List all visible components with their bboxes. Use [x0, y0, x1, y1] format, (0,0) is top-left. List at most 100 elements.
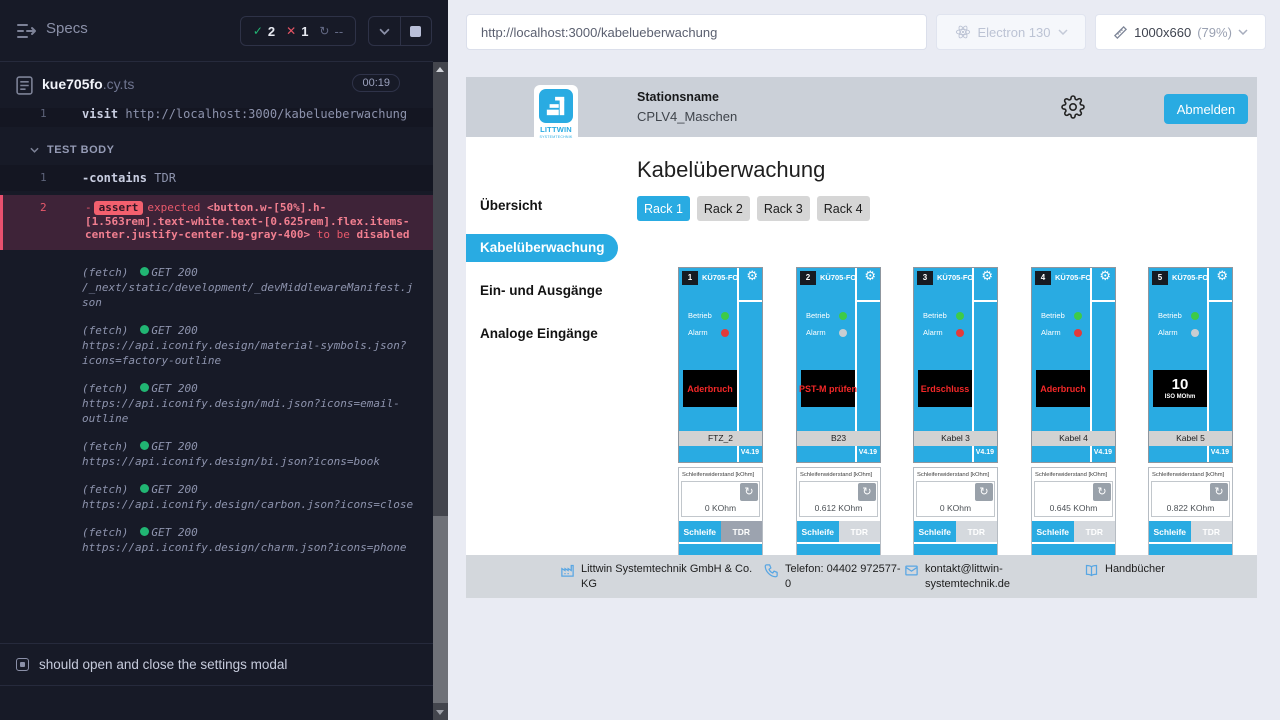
- card-buttons: Schleife TDR: [1149, 521, 1232, 542]
- footer-phone: Telefon: 04402 972577-0: [764, 562, 903, 592]
- cable-label: Kabel 3: [914, 431, 997, 446]
- card-gear-icon[interactable]: ⚙: [864, 269, 876, 284]
- tab-rack-2[interactable]: Rack 2: [697, 196, 750, 221]
- stop-button[interactable]: [400, 17, 432, 45]
- card-module: 5 KÜ705-FO ⚙ Betrieb Alarm 10 ISO MOhm K…: [1148, 267, 1233, 463]
- check-icon: ✓: [253, 24, 263, 38]
- device-name: KÜ705-FO: [1172, 273, 1208, 282]
- stop-icon: [410, 26, 421, 37]
- loop-resistance-label: Schleifenwiderstand [kOhm]: [1152, 472, 1232, 478]
- fetch-entry[interactable]: (fetch)GET 200 https://api.iconify.desig…: [0, 482, 417, 512]
- sidebar-item-kabelueberwachung[interactable]: Kabelüberwachung: [466, 234, 618, 262]
- schleife-button[interactable]: Schleife: [914, 521, 956, 542]
- divider: [857, 300, 880, 302]
- app-header: Stationsname CPLV4_Maschen Abmelden: [466, 77, 1257, 137]
- rack-card-4: 4 KÜ705-FO ⚙ Betrieb Alarm Aderbruch Kab…: [1031, 267, 1116, 567]
- loop-value: 0 KOhm: [682, 503, 759, 513]
- sidebar-item-uebersicht[interactable]: Übersicht: [480, 198, 542, 213]
- url-input[interactable]: [466, 14, 927, 50]
- electron-icon: [955, 24, 971, 40]
- status-display: PST-M prüfen: [801, 370, 855, 407]
- card-buttons: Schleife TDR: [797, 521, 880, 542]
- divider: [1092, 300, 1115, 302]
- red-led-icon: [1074, 329, 1082, 337]
- app-viewport: Stationsname CPLV4_Maschen Abmelden: [466, 77, 1257, 598]
- loop-value-box: ↻ 0.822 KOhm: [1151, 481, 1230, 517]
- stat-pending: ↻ --: [319, 24, 343, 39]
- tdr-button-disabled[interactable]: TDR: [839, 521, 881, 542]
- card-number: 1: [682, 271, 698, 285]
- loop-resistance-label: Schleifenwiderstand [kOhm]: [1035, 472, 1115, 478]
- rack-card-1: 1 KÜ705-FO ⚙ Betrieb Alarm Aderbruch FTZ…: [678, 267, 763, 567]
- cable-label: B23: [797, 431, 880, 446]
- command-log: 1 visit http://localhost:3000/kabelueber…: [0, 108, 433, 647]
- fetch-entry[interactable]: (fetch)GET 200 https://api.iconify.desig…: [0, 525, 417, 555]
- schleife-button[interactable]: Schleife: [679, 521, 721, 542]
- tab-rack-4[interactable]: Rack 4: [817, 196, 870, 221]
- refresh-button[interactable]: ↻: [858, 483, 876, 501]
- failed-assert[interactable]: 2 -assertexpected <button.w-[50%].h-[1.5…: [0, 195, 433, 250]
- schleife-button[interactable]: Schleife: [797, 521, 839, 542]
- command-visit[interactable]: 1 visit http://localhost:3000/kabelueber…: [0, 108, 433, 127]
- fetch-entry[interactable]: (fetch)GET 200 /_next/static/development…: [0, 265, 417, 310]
- specs-label[interactable]: Specs: [46, 20, 88, 37]
- stat-failed: ✕ 1: [286, 24, 308, 39]
- app-footer: Littwin Systemtechnik GmbH & Co. KG Tele…: [466, 555, 1257, 598]
- specs-menu-icon[interactable]: [16, 22, 38, 40]
- settings-gear-icon[interactable]: [1060, 95, 1086, 121]
- cable-label: FTZ_2: [679, 431, 762, 446]
- alarm-led: Alarm: [923, 328, 964, 337]
- loop-value: 0.645 KOhm: [1035, 503, 1112, 513]
- status-ok-icon: [140, 484, 149, 493]
- sidebar-item-analoge-eingaenge[interactable]: Analoge Eingänge: [480, 326, 598, 341]
- browser-select[interactable]: Electron 130: [936, 14, 1086, 50]
- browser-panel: Electron 130 1000x660 (79%) Stationsname…: [448, 0, 1280, 720]
- viewport-size-select[interactable]: 1000x660 (79%): [1095, 14, 1266, 50]
- rack-card-2: 2 KÜ705-FO ⚙ Betrieb Alarm PST-M prüfen …: [796, 267, 881, 567]
- refresh-button[interactable]: ↻: [975, 483, 993, 501]
- refresh-button[interactable]: ↻: [1210, 483, 1228, 501]
- pending-test-row[interactable]: should open and close the settings modal: [0, 643, 433, 686]
- tdr-button-disabled[interactable]: TDR: [1191, 521, 1233, 542]
- refresh-button[interactable]: ↻: [740, 483, 758, 501]
- status-ok-icon: [140, 527, 149, 536]
- collapse-button[interactable]: [369, 17, 400, 45]
- reporter-scrollbar[interactable]: [433, 62, 448, 720]
- sidebar-item-ein-und-ausgaenge[interactable]: Ein- und Ausgänge: [480, 283, 603, 298]
- status-ok-icon: [140, 441, 149, 450]
- tab-rack-3[interactable]: Rack 3: [757, 196, 810, 221]
- schleife-button[interactable]: Schleife: [1032, 521, 1074, 542]
- logo-text: LITTWIN: [534, 125, 578, 134]
- fetch-entry[interactable]: (fetch)GET 200 https://api.iconify.desig…: [0, 381, 417, 426]
- card-gear-icon[interactable]: ⚙: [1099, 269, 1111, 284]
- firmware-version: V4.19: [1094, 449, 1112, 456]
- refresh-button[interactable]: ↻: [1093, 483, 1111, 501]
- station-name: CPLV4_Maschen: [637, 109, 737, 124]
- fetch-entry[interactable]: (fetch)GET 200 https://api.iconify.desig…: [0, 439, 417, 469]
- tab-rack-1[interactable]: Rack 1: [637, 196, 690, 221]
- fetch-entry[interactable]: (fetch)GET 200 https://api.iconify.desig…: [0, 323, 417, 368]
- card-number: 2: [800, 271, 816, 285]
- logout-button[interactable]: Abmelden: [1164, 94, 1248, 124]
- tdr-button[interactable]: TDR: [721, 521, 763, 542]
- tdr-button-disabled[interactable]: TDR: [1074, 521, 1116, 542]
- factory-icon: [560, 563, 575, 578]
- scrollbar-thumb[interactable]: [433, 516, 448, 703]
- spec-file-row[interactable]: kue705fo.cy.ts 00:19: [0, 63, 433, 108]
- footer-company: Littwin Systemtechnik GmbH & Co. KG: [560, 562, 761, 592]
- footer-manuals[interactable]: Handbücher: [1084, 562, 1165, 578]
- card-gear-icon[interactable]: ⚙: [981, 269, 993, 284]
- command-contains[interactable]: 1 -contains TDR: [0, 165, 433, 191]
- test-body-section[interactable]: TEST BODY: [0, 144, 433, 156]
- scroll-down-icon[interactable]: [436, 710, 444, 715]
- schleife-button[interactable]: Schleife: [1149, 521, 1191, 542]
- card-gear-icon[interactable]: ⚙: [746, 269, 758, 284]
- card-gear-icon[interactable]: ⚙: [1216, 269, 1228, 284]
- tdr-button-disabled[interactable]: TDR: [956, 521, 998, 542]
- cypress-reporter-panel: Specs ✓ 2 ✕ 1 ↻ --: [0, 0, 448, 720]
- scroll-up-icon[interactable]: [436, 67, 444, 72]
- spec-file-ext: .cy.ts: [103, 76, 135, 92]
- chevron-down-icon: [1238, 29, 1248, 35]
- phone-icon: [764, 563, 779, 578]
- betrieb-led: Betrieb: [688, 311, 729, 320]
